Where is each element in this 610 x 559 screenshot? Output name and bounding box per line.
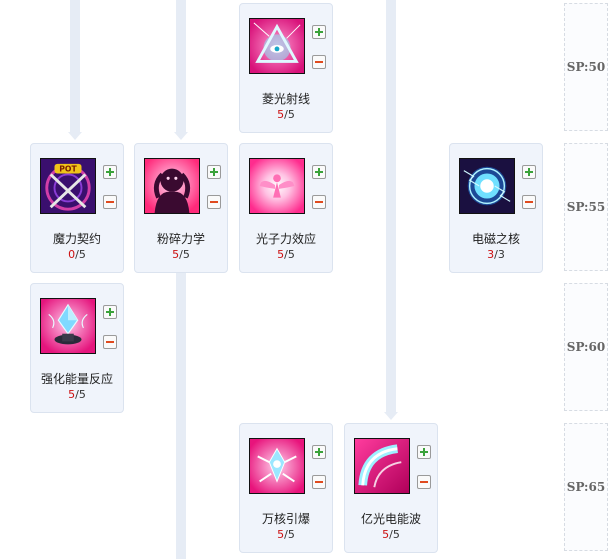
skill-card-nuclear-detonation: 万核引爆 5/5 — [239, 423, 333, 553]
pot-crossed-staffs-icon[interactable]: POT — [40, 158, 96, 214]
angel-glow-icon[interactable] — [249, 158, 305, 214]
max-level: 3 — [497, 248, 505, 261]
increase-level-button[interactable] — [312, 445, 326, 459]
skill-card-mana-contract: POT 魔力契约 0/5 — [30, 143, 124, 273]
skill-level: 5/5 — [240, 528, 332, 541]
skill-level: 5/5 — [240, 248, 332, 261]
skill-name: 光子力效应 — [255, 232, 316, 246]
increase-level-button[interactable] — [103, 305, 117, 319]
skill-card-shatter-force: 粉碎力学 5/5 — [134, 143, 228, 273]
skill-name: 魔力契约 — [52, 232, 101, 246]
skill-level: 3/3 — [450, 248, 542, 261]
skill-name: 粉碎力学 — [156, 232, 205, 246]
max-level: 5 — [392, 528, 400, 541]
electric-orb-icon[interactable] — [459, 158, 515, 214]
sp-tier-50: SP:50 — [564, 3, 608, 131]
burst-crystal-icon[interactable] — [249, 438, 305, 494]
decrease-level-button[interactable] — [312, 55, 326, 69]
decrease-level-button[interactable] — [417, 475, 431, 489]
increase-level-button[interactable] — [522, 165, 536, 179]
connector-line — [384, 0, 398, 420]
sp-tier-55: SP:55 — [564, 143, 608, 271]
increase-level-button[interactable] — [207, 165, 221, 179]
skill-level: 5/5 — [240, 108, 332, 121]
crystal-pedestal-icon[interactable] — [40, 298, 96, 354]
max-level: 5 — [287, 248, 295, 261]
sp-tier-60: SP:60 — [564, 283, 608, 411]
increase-level-button[interactable] — [312, 25, 326, 39]
max-level: 5 — [287, 108, 295, 121]
decrease-level-button[interactable] — [312, 195, 326, 209]
skill-card-enhanced-energy: 强化能量反应 5/5 — [30, 283, 124, 413]
connector-line — [176, 273, 186, 559]
skill-level: 5/5 — [345, 528, 437, 541]
sp-tier-label: SP:65 — [566, 480, 606, 494]
skill-level: 5/5 — [31, 388, 123, 401]
sp-tier-label: SP:55 — [566, 200, 606, 214]
sp-tier-label: SP:60 — [566, 340, 606, 354]
figure-head-icon[interactable] — [144, 158, 200, 214]
skill-card-billion-light-wave: 亿光电能波 5/5 — [344, 423, 438, 553]
increase-level-button[interactable] — [103, 165, 117, 179]
connector-line — [68, 0, 82, 140]
skill-level: 5/5 — [135, 248, 227, 261]
increase-level-button[interactable] — [312, 165, 326, 179]
increase-level-button[interactable] — [417, 445, 431, 459]
connector-line — [174, 0, 188, 140]
skill-name: 菱光射线 — [261, 92, 310, 106]
decrease-level-button[interactable] — [103, 195, 117, 209]
max-level: 5 — [78, 388, 86, 401]
triangle-eye-icon[interactable] — [249, 18, 305, 74]
svg-text:POT: POT — [59, 165, 77, 174]
decrease-level-button[interactable] — [207, 195, 221, 209]
skill-name: 电磁之核 — [471, 232, 520, 246]
skill-name: 万核引爆 — [261, 512, 310, 526]
sp-tier-65: SP:65 — [564, 423, 608, 551]
decrease-level-button[interactable] — [312, 475, 326, 489]
max-level: 5 — [182, 248, 190, 261]
skill-card-em-core: 电磁之核 3/3 — [449, 143, 543, 273]
light-wave-icon[interactable] — [354, 438, 410, 494]
sp-tier-label: SP:50 — [566, 60, 606, 74]
max-level: 5 — [78, 248, 86, 261]
skill-card-prism-ray: 菱光射线 5/5 — [239, 3, 333, 133]
max-level: 5 — [287, 528, 295, 541]
skill-level: 0/5 — [31, 248, 123, 261]
decrease-level-button[interactable] — [103, 335, 117, 349]
skill-name: 亿光电能波 — [360, 512, 421, 526]
skill-name: 强化能量反应 — [40, 372, 113, 386]
skill-card-photon-effect: 光子力效应 5/5 — [239, 143, 333, 273]
decrease-level-button[interactable] — [522, 195, 536, 209]
